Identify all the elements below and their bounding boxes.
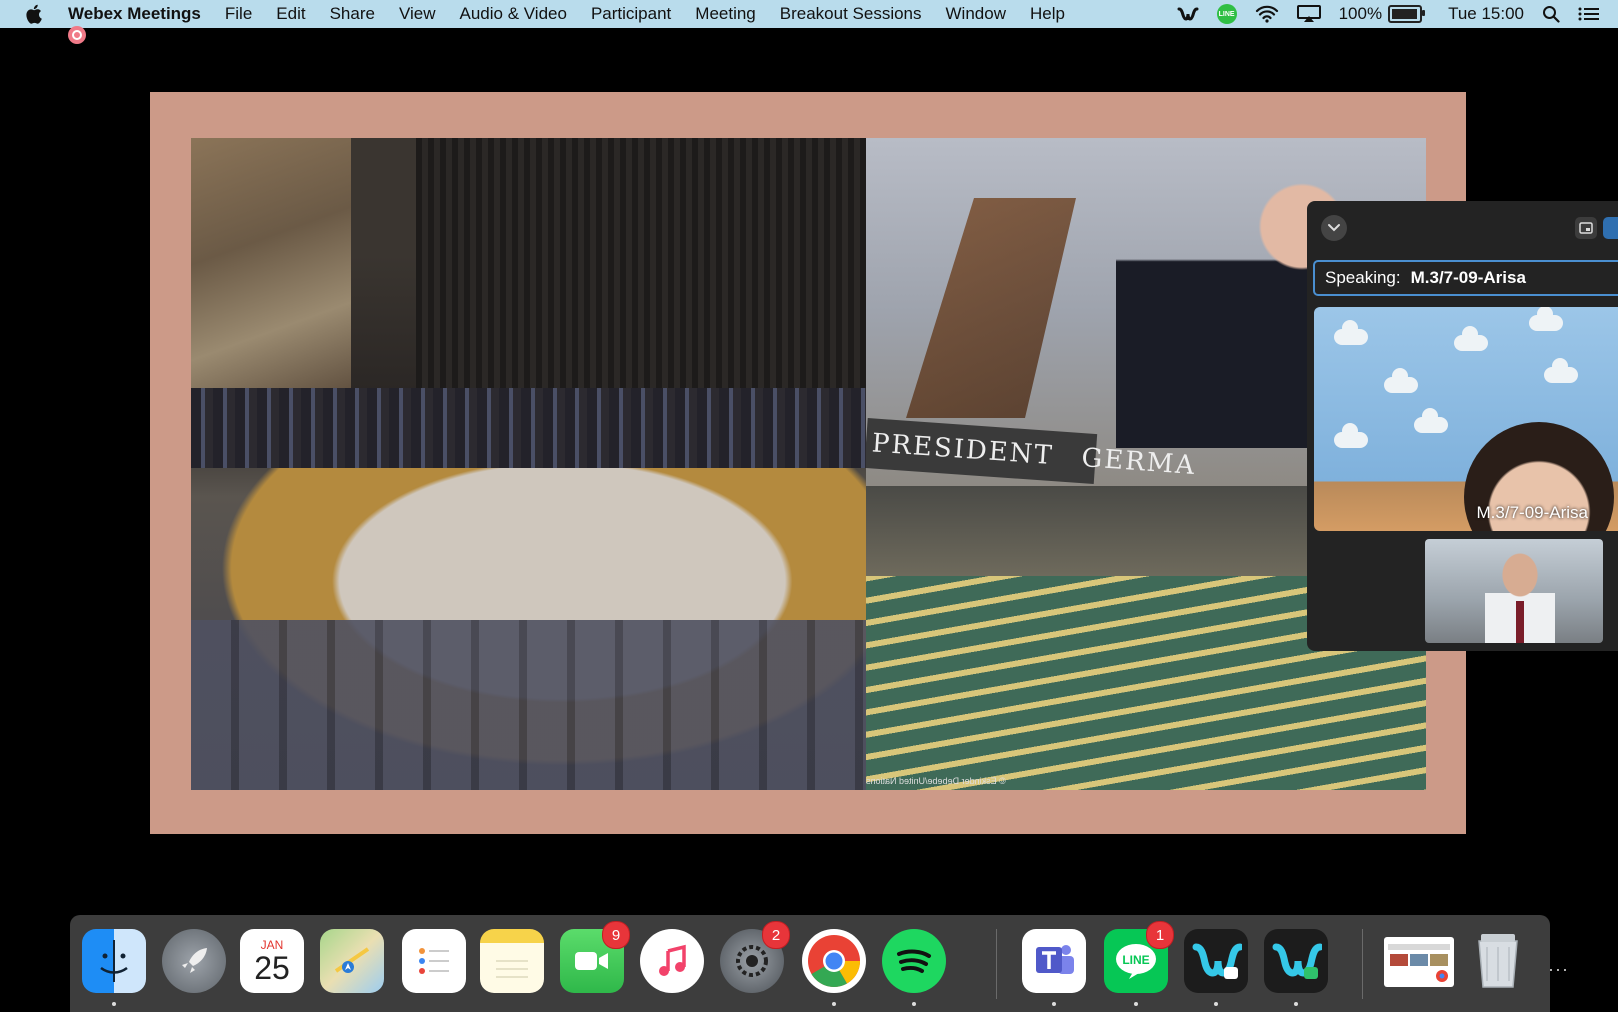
cloud-image [1454,326,1488,351]
chrome-icon[interactable] [802,929,866,993]
battery-percent: 100% [1338,4,1383,23]
facetime-icon[interactable]: 9 [560,921,630,993]
calendar-day: 25 [254,950,290,986]
menu-edit[interactable]: Edit [276,4,305,24]
reminders-icon[interactable] [402,929,466,993]
battery-icon[interactable] [1388,5,1426,23]
system-preferences-badge: 2 [762,921,790,949]
picture-in-picture-icon [1579,222,1593,234]
chevron-down-icon [1328,224,1340,232]
nameplate-president: PRESIDENT [870,428,1055,472]
grid-view-button[interactable] [1603,217,1618,239]
menu-audio-video[interactable]: Audio & Video [460,4,567,24]
line-dock-label: LINE [1122,953,1150,967]
notes-icon[interactable] [480,929,544,993]
facetime-badge: 9 [602,921,630,949]
webex-running-indicator [1294,1002,1298,1006]
photo-credit: © Eskinder Debebe/United Nations [866,776,1006,786]
music-icon[interactable] [640,929,704,993]
menu-file[interactable]: File [225,4,252,24]
calendar-icon[interactable]: JAN 25 [240,929,304,993]
recent-screenshot-thumbnail[interactable] [1384,937,1454,987]
menu-share[interactable]: Share [330,4,375,24]
maps-icon[interactable] [320,929,384,993]
app-name-menu[interactable]: Webex Meetings [68,4,201,24]
line-running-indicator [1134,1002,1138,1006]
spotify-running-indicator [912,1002,916,1006]
cloud-image [1529,307,1563,331]
main-video-tile[interactable]: M.3/7-09-Arisa [1314,307,1618,531]
menu-view[interactable]: View [399,4,436,24]
line-icon[interactable]: LINE 1 [1104,921,1174,993]
wifi-icon[interactable] [1255,5,1279,23]
dock-separator [996,929,997,999]
cloud-image [1384,368,1418,393]
tie-image [1516,601,1524,643]
teams-running-indicator [1052,1002,1056,1006]
webex-icon[interactable] [1264,929,1328,993]
shared-content-slide: PRESIDENT GERMA © Eskinder Debebe/United… [150,92,1466,834]
menu-window[interactable]: Window [946,4,1006,24]
recording-indicator-icon [68,26,86,44]
teams-icon[interactable] [1022,929,1086,993]
mural-image [191,138,351,398]
line-status-icon[interactable]: LINE [1216,4,1237,24]
system-preferences-icon[interactable]: 2 [720,921,790,993]
launchpad-icon[interactable] [162,929,226,993]
airplay-icon[interactable] [1296,5,1321,23]
cloud-image [1334,423,1368,448]
dock-more-indicator: ··· [1548,959,1569,979]
speaking-label: Speaking: [1325,268,1401,287]
video-panel[interactable]: Speaking: M.3/7-09-Arisa M.3/7-09-Arisa [1307,201,1618,651]
finder-icon[interactable] [82,929,146,993]
spotify-icon[interactable] [882,929,946,993]
webex-meetings-running-indicator [1214,1002,1218,1006]
self-view-tile[interactable] [1425,539,1603,643]
menu-bar: Webex Meetings File Edit Share View Audi… [0,0,1618,28]
dock: JAN 25 9 2 LINE 1 ··· [70,915,1568,1012]
control-center-icon[interactable] [1578,6,1600,22]
line-menubar-label: LINE [1216,4,1237,24]
clock[interactable]: Tue 15:00 [1448,4,1524,24]
nameplate: PRESIDENT GERMA [866,418,1197,484]
hourglass-image [906,198,1076,418]
menu-meeting[interactable]: Meeting [695,4,755,24]
webex-meetings-icon[interactable] [1184,929,1248,993]
finder-running-indicator [112,1002,116,1006]
menu-participant[interactable]: Participant [591,4,671,24]
dock-separator [1362,929,1363,999]
cloud-image [1334,320,1368,345]
cloud-image [1544,358,1578,383]
menu-help[interactable]: Help [1030,4,1065,24]
apple-icon[interactable] [24,3,46,25]
line-badge: 1 [1146,921,1174,949]
menu-breakout-sessions[interactable]: Breakout Sessions [780,4,922,24]
delegates-image [191,388,866,468]
main-tile-name: M.3/7-09-Arisa [1476,503,1588,522]
layout-toggle-button[interactable] [1575,217,1597,239]
chrome-running-indicator [832,1002,836,1006]
active-speaker-bar: Speaking: M.3/7-09-Arisa [1313,260,1618,296]
webex-status-icon[interactable] [1177,6,1199,22]
cloud-image [1414,408,1448,433]
spotlight-search-icon[interactable] [1542,5,1560,23]
security-council-photo [191,138,866,790]
curtain-image [416,138,866,388]
collapse-panel-button[interactable] [1321,215,1347,241]
chairs-image [191,620,866,790]
nameplate-germany: GERMA [1080,443,1198,482]
speaking-name: M.3/7-09-Arisa [1410,268,1526,287]
trash-icon[interactable] [1466,929,1530,993]
